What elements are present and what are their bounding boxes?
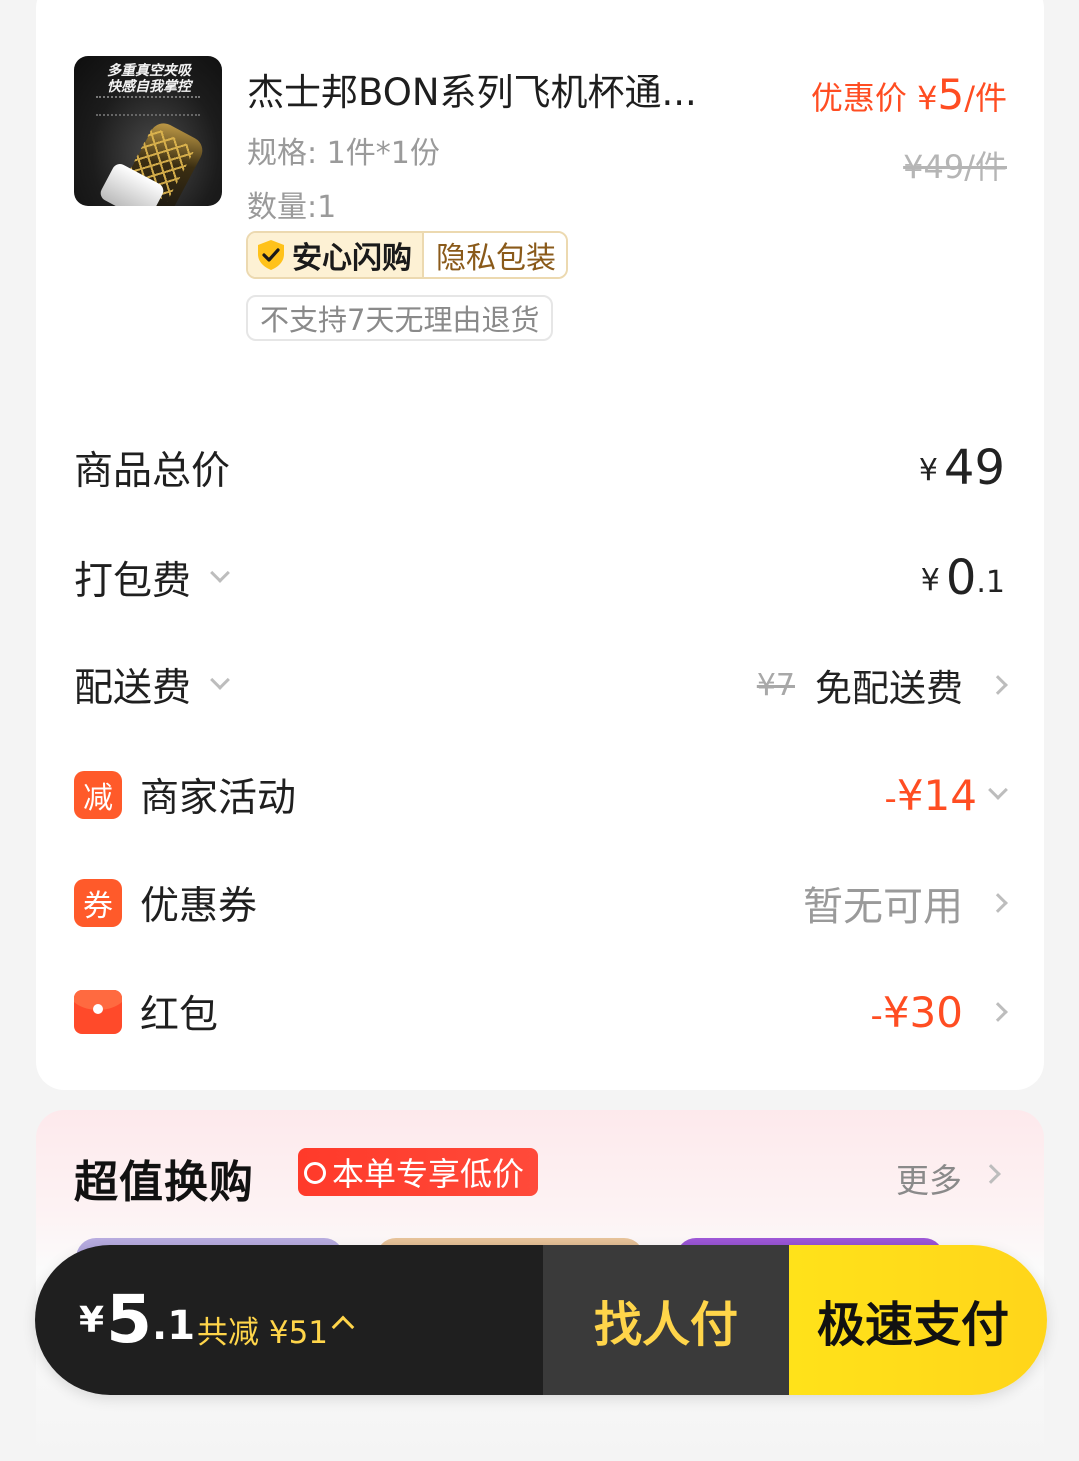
coupon-status: 暂无可用 — [803, 884, 963, 930]
delivery-fee-amount: ¥7 免配送费 — [756, 658, 1008, 712]
chevron-right-icon[interactable] — [981, 1164, 1001, 1184]
product-image[interactable]: 多重真空夹吸 快感自我掌控 — [74, 56, 222, 206]
payment-summary[interactable]: ¥5.1 共减 ¥51 — [35, 1245, 543, 1395]
original-price: ¥49/件 — [903, 148, 1007, 186]
red-packet-label: 红包 — [74, 984, 218, 1040]
total-saved-text: 共减 ¥51 — [197, 1315, 329, 1351]
chevron-down-icon[interactable] — [988, 780, 1008, 800]
product-title[interactable]: 杰士邦BON系列飞机杯通... — [247, 62, 742, 116]
delivery-original-price: ¥7 — [756, 667, 795, 703]
packing-fee-int: 0 — [945, 550, 977, 606]
merchant-discount-value: -¥14 — [885, 771, 977, 820]
payment-amount-dec: .1 — [152, 1303, 196, 1349]
product-spec: 规格: 1件*1份 — [247, 136, 440, 171]
red-packet-icon — [74, 990, 122, 1034]
deals-title: 超值换购 — [74, 1157, 254, 1208]
chevron-right-icon[interactable] — [988, 675, 1008, 695]
fast-pay-button[interactable]: 极速支付 — [789, 1245, 1047, 1395]
delivery-fee-text: 配送费 — [74, 666, 192, 711]
chevron-up-icon[interactable] — [331, 1315, 355, 1339]
no-return-tag: 不支持7天无理由退货 — [246, 295, 554, 341]
total-price-value: 49 — [943, 440, 1005, 496]
safe-purchase-badge: 安心闪购 — [248, 233, 422, 277]
product-image-text-2: 快感自我掌控 — [107, 79, 191, 95]
product-quantity: 数量:1 — [247, 190, 337, 225]
red-packet-discount: -¥30 — [871, 988, 963, 1037]
row-packing-fee[interactable]: 打包费 ¥0.1 — [74, 548, 1005, 608]
red-packet-text: 红包 — [140, 993, 219, 1038]
safe-purchase-label: 安心闪购 — [292, 241, 412, 276]
product-image-fineprint — [96, 96, 200, 116]
merchant-activity-text: 商家活动 — [140, 776, 297, 821]
red-packet-sign: - — [870, 995, 883, 1036]
coupon-text: 优惠券 — [140, 884, 258, 929]
packing-fee-label: 打包费 — [74, 550, 230, 606]
total-price-amount: ¥49 — [919, 440, 1005, 496]
payment-bar: ¥5.1 共减 ¥51 找人付 极速支付 — [35, 1245, 1047, 1395]
private-packaging-badge: 隐私包装 — [422, 233, 566, 277]
deals-more-link[interactable]: 更多 — [896, 1154, 962, 1202]
coupon-value: 暂无可用 — [803, 874, 1008, 932]
coupon-icon: 券 — [74, 879, 122, 927]
payment-amount: ¥5.1 — [79, 1287, 195, 1353]
red-packet-amount: ¥30 — [882, 987, 963, 1037]
promo-price-value: 5 — [937, 70, 965, 119]
chevron-down-icon[interactable] — [210, 563, 230, 583]
merchant-activity-amount: -¥14 — [885, 771, 1008, 820]
promo-label: 优惠价 — [810, 79, 907, 117]
row-total-price: 商品总价 ¥49 — [74, 438, 1005, 498]
delivery-free-text: 免配送费 — [815, 667, 963, 710]
payment-amount-int: 5 — [106, 1281, 152, 1358]
packing-fee-dec: .1 — [976, 565, 1005, 600]
delivery-fee-label: 配送费 — [74, 657, 230, 713]
promo-yen: ¥ — [917, 79, 938, 117]
promo-unit: /件 — [964, 79, 1007, 117]
total-price-label: 商品总价 — [74, 449, 231, 494]
red-packet-value: -¥30 — [871, 988, 1008, 1037]
row-red-packet[interactable]: 红包 -¥30 — [74, 982, 1008, 1042]
row-merchant-activity[interactable]: 减商家活动 -¥14 — [74, 765, 1008, 825]
find-someone-pay-button[interactable]: 找人付 — [543, 1245, 789, 1395]
promo-price: 优惠价 ¥5/件 — [811, 70, 1007, 119]
row-delivery-fee[interactable]: 配送费 ¥7 免配送费 — [74, 655, 1008, 715]
total-price-yen: ¥ — [918, 453, 938, 488]
deals-tag: 本单专享低价 — [298, 1148, 539, 1196]
shield-check-icon — [256, 239, 286, 271]
packing-fee-text: 打包费 — [74, 559, 192, 604]
payment-yen: ¥ — [79, 1300, 105, 1341]
chevron-down-icon[interactable] — [210, 670, 230, 690]
assurance-badges[interactable]: 安心闪购 隐私包装 — [246, 231, 568, 279]
merchant-discount-sign: - — [884, 778, 897, 819]
merchant-activity-label: 减商家活动 — [74, 767, 296, 823]
chevron-right-icon[interactable] — [988, 893, 1008, 913]
merchant-discount-amount: ¥14 — [896, 770, 977, 820]
row-coupon[interactable]: 券优惠券 暂无可用 — [74, 873, 1008, 933]
chevron-right-icon[interactable] — [988, 1002, 1008, 1022]
packing-fee-amount: ¥0.1 — [921, 550, 1005, 606]
discount-icon: 减 — [74, 771, 122, 819]
packing-fee-yen: ¥ — [920, 563, 940, 598]
coupon-label: 券优惠券 — [74, 875, 257, 931]
